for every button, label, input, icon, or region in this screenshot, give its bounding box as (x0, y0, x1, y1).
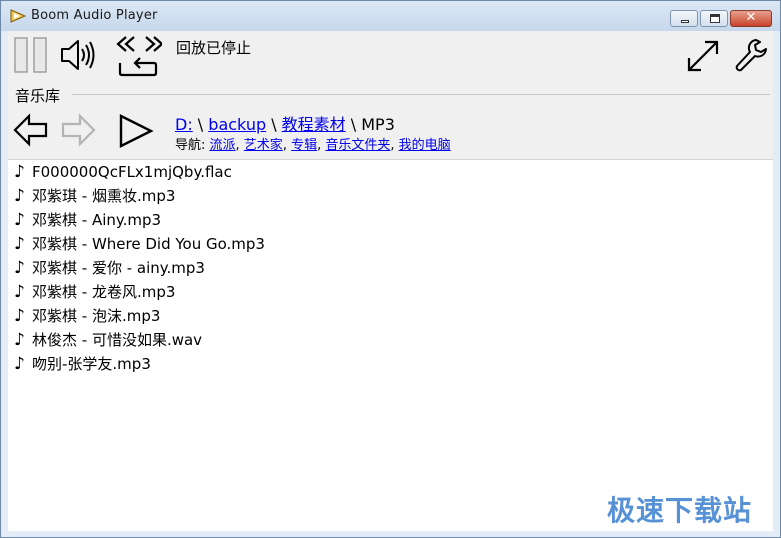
minimize-button[interactable] (670, 10, 698, 27)
list-item[interactable]: ♪ F000000QcFLx1mjQby.flac (14, 160, 232, 184)
minimize-icon (681, 20, 689, 23)
maximize-button[interactable] (700, 10, 728, 27)
play-icon[interactable] (118, 113, 154, 149)
nav-label: 导航: (175, 138, 210, 153)
client-area: 回放已停止 音乐库 D: \ backup \ 教程素材 \ MP3 导航: 流… (8, 31, 773, 531)
music-note-icon: ♪ (14, 162, 25, 182)
close-button[interactable]: ✕ (730, 10, 772, 27)
pause-icon[interactable] (14, 37, 48, 73)
library-group-label: 音乐库 (15, 85, 65, 106)
path-separator: \ (266, 115, 282, 134)
folder-path: D: \ backup \ 教程素材 \ MP3 (175, 111, 395, 135)
playback-status: 回放已停止 (176, 39, 252, 57)
path-link-drive[interactable]: D: (175, 115, 193, 134)
list-item[interactable]: ♪ 林俊杰 - 可惜没如果.wav (14, 328, 202, 352)
nav-separator: , (390, 138, 399, 153)
music-note-icon: ♪ (14, 330, 25, 350)
file-name: 邓紫棋 - 泡沫.mp3 (32, 307, 161, 325)
file-name: 邓紫棋 - Ainy.mp3 (32, 211, 162, 229)
music-note-icon: ♪ (14, 210, 25, 230)
music-note-icon: ♪ (14, 306, 25, 326)
group-divider (72, 94, 770, 95)
window-controls: ✕ (670, 10, 772, 27)
file-name: 邓紫棋 - Where Did You Go.mp3 (32, 235, 265, 253)
forward-arrow-icon[interactable] (60, 113, 96, 147)
window-title: Boom Audio Player (31, 8, 158, 23)
navigation-links: 导航: 流派, 艺术家, 专辑, 音乐文件夹, 我的电脑 (175, 134, 451, 153)
path-separator: \ (192, 115, 209, 134)
path-link-backup[interactable]: backup (208, 115, 266, 134)
title-bar[interactable]: Boom Audio Player ✕ (1, 1, 780, 31)
music-note-icon: ♪ (14, 282, 25, 302)
nav-link-genre[interactable]: 流派 (210, 138, 236, 153)
app-logo-icon (10, 9, 26, 23)
nav-link-artist[interactable]: 艺术家 (244, 138, 283, 153)
file-name: 林俊杰 - 可惜没如果.wav (32, 331, 203, 349)
nav-link-album[interactable]: 专辑 (291, 138, 317, 153)
fullscreen-icon[interactable] (686, 39, 720, 73)
file-name: 邓紫棋 - 龙卷风.mp3 (32, 283, 176, 301)
path-separator: \ (345, 115, 362, 134)
music-note-icon: ♪ (14, 234, 25, 254)
list-item[interactable]: ♪ 邓紫棋 - 泡沫.mp3 (14, 304, 160, 328)
path-link-tutorial[interactable]: 教程素材 (282, 115, 346, 134)
toolbar: 回放已停止 音乐库 D: \ backup \ 教程素材 \ MP3 导航: 流… (8, 31, 773, 159)
file-name: 邓紫棋 - 爱你 - ainy.mp3 (32, 259, 205, 277)
nav-separator: , (235, 138, 244, 153)
music-note-icon: ♪ (14, 186, 25, 206)
file-name: 吻别-张学友.mp3 (32, 355, 151, 373)
list-item[interactable]: ♪ 邓紫琪 - 烟熏妆.mp3 (14, 184, 175, 208)
nav-separator: , (282, 138, 292, 153)
music-note-icon: ♪ (14, 258, 25, 278)
repeat-shuffle-icon[interactable] (112, 33, 162, 79)
music-note-icon: ♪ (14, 354, 25, 374)
list-item[interactable]: ♪ 吻别-张学友.mp3 (14, 352, 151, 376)
path-current-folder: MP3 (361, 115, 395, 134)
list-item[interactable]: ♪ 邓紫棋 - Where Did You Go.mp3 (14, 232, 265, 256)
list-item[interactable]: ♪ 邓紫棋 - Ainy.mp3 (14, 208, 161, 232)
back-arrow-icon[interactable] (13, 113, 49, 147)
volume-icon[interactable] (60, 37, 96, 73)
file-name: F000000QcFLx1mjQby.flac (32, 163, 232, 181)
app-window: Boom Audio Player ✕ 回放已停止 音乐库 D: \ backu… (0, 0, 781, 538)
wrench-settings-icon[interactable] (734, 37, 768, 73)
list-item[interactable]: ♪ 邓紫棋 - 龙卷风.mp3 (14, 280, 175, 304)
nav-link-my-computer[interactable]: 我的电脑 (399, 138, 451, 153)
list-item[interactable]: ♪ 邓紫棋 - 爱你 - ainy.mp3 (14, 256, 205, 280)
file-name: 邓紫琪 - 烟熏妆.mp3 (32, 187, 176, 205)
close-icon: ✕ (745, 10, 757, 25)
nav-link-music-folder[interactable]: 音乐文件夹 (325, 138, 390, 153)
maximize-icon (710, 14, 720, 23)
file-list: ♪ F000000QcFLx1mjQby.flac ♪ 邓紫琪 - 烟熏妆.mp3 … (8, 159, 773, 531)
watermark: 极速下载站 (607, 494, 753, 527)
